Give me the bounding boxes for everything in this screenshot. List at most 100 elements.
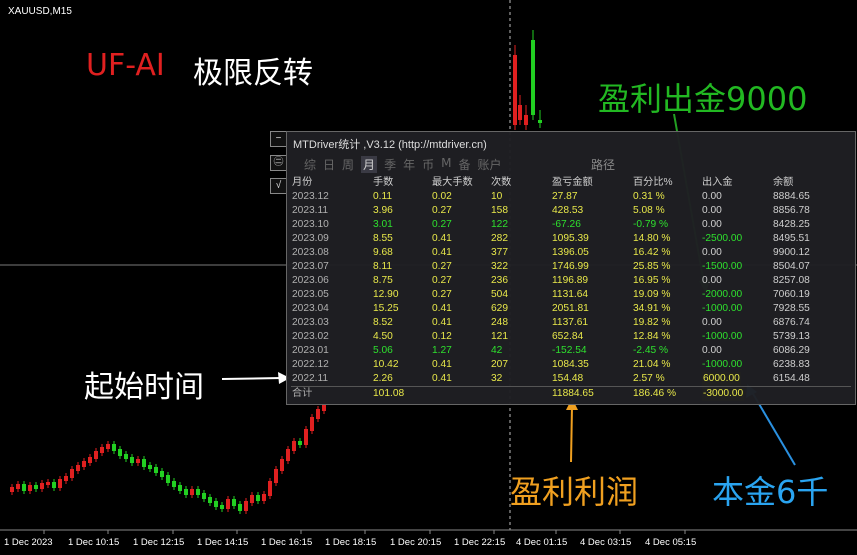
annotation-start-time: 起始时间 <box>84 370 204 405</box>
cell-col-2: 0.27 <box>432 261 452 272</box>
cell-col-7: 6238.83 <box>773 359 810 370</box>
candle-body <box>250 495 254 503</box>
candle-body <box>118 449 122 456</box>
time-tick-label: 4 Dec 05:15 <box>645 537 696 548</box>
cell-col-7: 6086.29 <box>773 345 810 356</box>
cell-col-7: 余额 <box>773 177 794 188</box>
cell-col-6: 0.00 <box>702 205 722 216</box>
cell-col-0: 合计 <box>292 388 313 399</box>
candle-body <box>70 469 74 478</box>
tab-2[interactable]: 周 <box>342 156 354 173</box>
cell-col-0: 2022.12 <box>292 359 329 370</box>
candle-body <box>178 485 182 491</box>
candle-body <box>76 465 80 471</box>
cell-col-1: 2.26 <box>373 373 393 384</box>
candle-body <box>220 505 224 509</box>
minimize-button[interactable]: − <box>270 131 287 147</box>
candle-body <box>22 484 26 491</box>
cell-col-6: 0.00 <box>702 275 722 286</box>
cell-col-0: 2023.01 <box>292 345 329 356</box>
cell-col-6: 出入金 <box>702 177 733 188</box>
cell-col-2: 0.02 <box>432 191 452 202</box>
cell-col-7: 8495.51 <box>773 233 810 244</box>
time-tick-label: 1 Dec 14:15 <box>197 537 248 548</box>
cell-col-3: 629 <box>491 303 508 314</box>
candle-body <box>52 482 56 488</box>
cell-col-5: 19.82 % <box>633 317 671 328</box>
cell-col-3: 504 <box>491 289 508 300</box>
candle-body <box>226 499 230 509</box>
cell-col-2: 0.27 <box>432 289 452 300</box>
candle-body <box>531 40 535 115</box>
tab-6[interactable]: 币 <box>422 156 434 173</box>
cell-col-3: 236 <box>491 275 508 286</box>
tab-9[interactable]: 账户 <box>477 156 501 173</box>
cell-col-1: 8.75 <box>373 275 393 286</box>
cell-col-4: -152.54 <box>552 345 587 356</box>
cell-col-4: 1746.99 <box>552 261 589 272</box>
tab-4[interactable]: 季 <box>384 156 396 173</box>
candle-body <box>88 457 92 463</box>
cell-col-3: 次数 <box>491 177 512 188</box>
cell-col-5: 百分比% <box>633 177 673 188</box>
annotation-profit-withdraw: 盈利出金9000 <box>598 80 808 118</box>
cell-col-7: 6154.48 <box>773 373 810 384</box>
cell-col-5: 0.31 % <box>633 191 665 202</box>
candle-body <box>166 475 170 483</box>
cell-col-2: 0.27 <box>432 275 452 286</box>
cell-col-5: 25.85 % <box>633 261 671 272</box>
cell-col-4: 1095.39 <box>552 233 589 244</box>
cell-col-1: 4.50 <box>373 331 393 342</box>
cell-col-6: -1000.00 <box>702 331 743 342</box>
cell-col-3: 207 <box>491 359 508 370</box>
symbol-label: XAUUSD,M15 <box>8 6 72 17</box>
candle-body <box>292 441 296 451</box>
cell-col-5: 16.95 % <box>633 275 671 286</box>
cell-col-1: 3.01 <box>373 219 393 230</box>
cell-col-7: 7060.19 <box>773 289 810 300</box>
time-tick-label: 1 Dec 2023 <box>4 537 53 548</box>
mtdriver-stats-panel: MTDriver统计 ,V3.12 (http://mtdriver.cn) 综… <box>286 131 856 405</box>
cell-col-0: 2022.11 <box>292 373 329 384</box>
cell-col-4: 154.48 <box>552 373 584 384</box>
candle-body <box>316 409 320 419</box>
candle-body <box>268 481 272 496</box>
annotation-profit: 盈利利润 <box>510 473 639 511</box>
check-button[interactable]: √ <box>270 178 287 194</box>
cell-col-7: 7928.55 <box>773 303 810 314</box>
candle-body <box>64 476 68 481</box>
cell-col-4: 652.84 <box>552 331 584 342</box>
cell-col-1: 10.42 <box>373 359 399 370</box>
cell-col-1: 9.68 <box>373 247 393 258</box>
path-label[interactable]: 路径 <box>591 156 615 173</box>
cell-col-5: 5.08 % <box>633 205 665 216</box>
cell-col-7: 9900.12 <box>773 247 810 258</box>
candle-body <box>190 489 194 495</box>
tab-3[interactable]: 月 <box>361 156 378 173</box>
cell-col-6: -1000.00 <box>702 359 743 370</box>
cell-col-7: 8884.65 <box>773 191 810 202</box>
cell-col-1: 5.06 <box>373 345 393 356</box>
tab-0[interactable]: 综 <box>304 156 316 173</box>
cell-col-7: 8428.25 <box>773 219 810 230</box>
cell-col-0: 2023.11 <box>292 205 329 216</box>
cell-col-2: 0.41 <box>432 233 452 244</box>
tab-8[interactable]: 备 <box>458 156 470 173</box>
tab-1[interactable]: 日 <box>323 156 335 173</box>
cell-col-1: 8.52 <box>373 317 393 328</box>
candle-body <box>202 493 206 499</box>
candle-body <box>513 55 517 125</box>
cell-col-0: 2023.02 <box>292 331 329 342</box>
candle-body <box>124 454 128 459</box>
cell-col-3: 158 <box>491 205 508 216</box>
cell-col-1: 0.11 <box>373 191 393 202</box>
cell-col-0: 2023.12 <box>292 191 329 202</box>
panel-toggle-button[interactable]: ㊁ <box>270 155 287 171</box>
tab-7[interactable]: M <box>441 156 451 173</box>
period-tabs: 综日周月季年币 M 备账户 <box>304 156 509 173</box>
candle-body <box>244 501 248 511</box>
candle-body <box>286 449 290 461</box>
candle-body <box>184 489 188 495</box>
cell-col-1: 12.90 <box>373 289 399 300</box>
tab-5[interactable]: 年 <box>403 156 415 173</box>
